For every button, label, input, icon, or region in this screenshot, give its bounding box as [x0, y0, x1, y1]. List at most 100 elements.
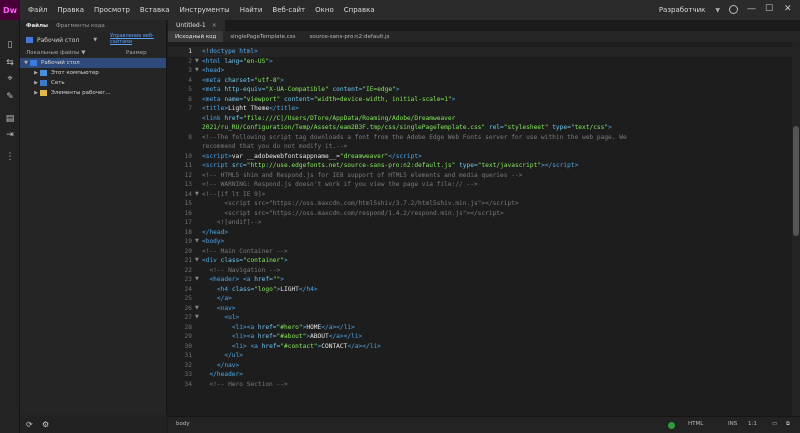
insert-icon[interactable]: ⇆ — [5, 58, 15, 68]
code-line[interactable]: 13 <!-- WARNING: Respond.js doesn't work … — [168, 180, 792, 190]
code-line[interactable]: 27 ▼ <ul> — [168, 313, 792, 323]
location-select[interactable]: Рабочий стол — [37, 37, 79, 44]
fold-toggle-icon[interactable]: ▼ — [195, 313, 199, 323]
tab-files[interactable]: Файлы — [26, 23, 48, 29]
code-line[interactable]: recommend that you do not modify it.--> — [168, 142, 792, 152]
fold-toggle-icon[interactable]: ▼ — [195, 190, 199, 200]
code-line[interactable]: 17 <![endif]--> — [168, 218, 792, 228]
menu-file[interactable]: Файл — [28, 6, 47, 14]
code-line[interactable]: 16 <script src="https://oss.maxcdn.com/r… — [168, 209, 792, 219]
line-number: 32 — [184, 361, 192, 369]
code-line[interactable]: 32 </nav> — [168, 361, 792, 371]
scrollbar-thumb[interactable] — [793, 126, 799, 236]
code-line[interactable]: <link href="file:///C|/Users/DTore/AppDa… — [168, 114, 792, 124]
tab-source-code[interactable]: Исходный код — [168, 31, 224, 42]
code-line[interactable]: 12 <!-- HTML5 shim and Respond.js for IE8… — [168, 171, 792, 181]
code-line[interactable]: 7 <title>Light Theme</title> — [168, 104, 792, 114]
menu-insert[interactable]: Вставка — [140, 6, 170, 14]
chevron-right-icon[interactable]: ▶ — [32, 90, 40, 96]
menu-help[interactable]: Справка — [344, 6, 375, 14]
minimize-icon[interactable]: — — [747, 4, 756, 14]
line-number: 5 — [188, 86, 192, 93]
fold-toggle-icon[interactable]: ▼ — [195, 304, 199, 314]
code-line[interactable]: 21 ▼ <div class="container"> — [168, 256, 792, 266]
code-line[interactable]: 18 </head> — [168, 228, 792, 238]
chevron-right-icon[interactable]: ▶ — [32, 70, 40, 76]
file-icon[interactable]: ▯ — [5, 40, 15, 50]
code-line[interactable]: 33 </header> — [168, 370, 792, 380]
wrench-icon[interactable]: ✎ — [5, 92, 15, 102]
chevron-down-icon[interactable]: ▼ — [22, 60, 30, 66]
code-line[interactable]: 1 <!doctype html> — [168, 47, 792, 57]
menu-window[interactable]: Окно — [315, 6, 334, 14]
code-line[interactable]: 14 ▼ <!--[if lt IE 9]> — [168, 190, 792, 200]
menu-site[interactable]: Веб-сайт — [272, 6, 305, 14]
code-line[interactable]: 26 ▼ <nav> — [168, 304, 792, 314]
editor-scrollbar[interactable] — [792, 42, 800, 416]
preview-icon[interactable]: ▭ — [772, 421, 777, 427]
menu-find[interactable]: Найти — [240, 6, 263, 14]
tab-related-css[interactable]: singlePageTemplate.css — [223, 31, 302, 42]
fold-toggle-icon[interactable]: ▼ — [195, 57, 199, 67]
tag-selector[interactable]: body — [176, 421, 190, 427]
code-editor[interactable]: 1 <!doctype html> 2 ▼ <html lang="en-US"> 3 ▼ <… — [168, 42, 792, 416]
code-line[interactable]: 20 <!-- Main Container --> — [168, 247, 792, 257]
tree-item-desktop-items[interactable]: ▶ Элементы рабочег... — [20, 88, 166, 98]
sync-icon[interactable]: ⚙ — [42, 420, 49, 429]
code-line[interactable]: 8 <!--The following script tag downloads … — [168, 133, 792, 143]
code-line[interactable]: 5 <meta http-equiv="X-UA-Compatible" cont… — [168, 85, 792, 95]
fold-toggle-icon[interactable]: ▼ — [195, 237, 199, 247]
code-line[interactable]: 24 <h4 class="logo">LIGHT</h4> — [168, 285, 792, 295]
code-line[interactable]: 11 <script src="http://use.edgefonts.net/… — [168, 161, 792, 171]
indent-icon[interactable]: ⇥ — [5, 130, 15, 140]
comment-icon[interactable]: ▤ — [5, 114, 15, 124]
code-line[interactable]: 22 <!-- Navigation --> — [168, 266, 792, 276]
line-number: 22 — [184, 266, 192, 274]
manage-sites-link[interactable]: Управление веб-сайтами — [110, 33, 160, 45]
code-line[interactable]: 34 <!-- Hero Section --> — [168, 380, 792, 390]
code-line[interactable]: 2 ▼ <html lang="en-US"> — [168, 57, 792, 67]
code-line[interactable]: 31 </ul> — [168, 351, 792, 361]
code-line[interactable]: 15 <script src="https://oss.maxcdn.com/h… — [168, 199, 792, 209]
line-number: 2 — [188, 57, 192, 65]
menu-edit[interactable]: Правка — [57, 6, 84, 14]
refresh-icon[interactable]: ⟳ — [26, 420, 33, 429]
header-local-files[interactable]: Локальные файлы ▼ — [26, 50, 86, 56]
fold-toggle-icon[interactable]: ▼ — [195, 256, 199, 266]
more-icon[interactable]: ⋮ — [5, 152, 15, 162]
search-icon[interactable] — [729, 5, 738, 14]
code-line[interactable]: 23 ▼ <header> <a href=""> — [168, 275, 792, 285]
code-line[interactable]: 6 <meta name="viewport" content="width=de… — [168, 95, 792, 105]
code-line[interactable]: 25 </a> — [168, 294, 792, 304]
close-icon[interactable]: × — [212, 22, 217, 29]
code-line[interactable]: 3 ▼ <head> — [168, 66, 792, 76]
line-number: 31 — [184, 352, 192, 359]
tree-item-network[interactable]: ▶ Сеть — [20, 78, 166, 88]
code-line[interactable]: 2021/ru_RU/Configuration/Temp/Assets/eam… — [168, 123, 792, 133]
menu-tools[interactable]: Инструменты — [180, 6, 230, 14]
menu-view[interactable]: Просмотр — [94, 6, 130, 14]
header-size[interactable]: Размер — [126, 50, 147, 56]
chevron-right-icon[interactable]: ▶ — [32, 80, 40, 86]
chevron-down-icon[interactable]: ▼ — [93, 37, 97, 43]
code-line[interactable]: 29 <li><a href="#about">ABOUT</a></li> — [168, 332, 792, 342]
fold-toggle-icon[interactable]: ▼ — [195, 275, 199, 285]
inspect-icon[interactable]: ⌖ — [5, 74, 15, 84]
ins-mode[interactable]: INS — [728, 421, 737, 427]
document-tab[interactable]: Untitled-1 × — [168, 20, 225, 31]
tree-item-computer[interactable]: ▶ Этот компьютер — [20, 68, 166, 78]
code-line[interactable]: 19 ▼ <body> — [168, 237, 792, 247]
code-line[interactable]: 30 <li> <a href="#contact">CONTACT</a></… — [168, 342, 792, 352]
maximize-icon[interactable]: ☐ — [765, 4, 773, 14]
close-icon[interactable]: ✕ — [784, 4, 792, 14]
live-view-icon[interactable]: ⧉ — [786, 421, 790, 428]
tree-item-desktop[interactable]: ▼ Рабочий стол — [20, 58, 166, 68]
code-line[interactable]: 10 <script>var __adobewebfontsappname__="… — [168, 152, 792, 162]
fold-toggle-icon[interactable]: ▼ — [195, 66, 199, 76]
doc-type-select[interactable]: HTML — [688, 421, 703, 427]
code-line[interactable]: 4 <meta charset="utf-8"> — [168, 76, 792, 86]
tab-snippets[interactable]: Фрагменты кода — [56, 23, 105, 29]
workspace-switcher[interactable]: Разработчик ▼ — [659, 6, 720, 14]
tab-related-js[interactable]: source-sans-pro:n2:default.js — [303, 31, 397, 42]
code-line[interactable]: 28 <li><a href="#hero">HOME</a></li> — [168, 323, 792, 333]
